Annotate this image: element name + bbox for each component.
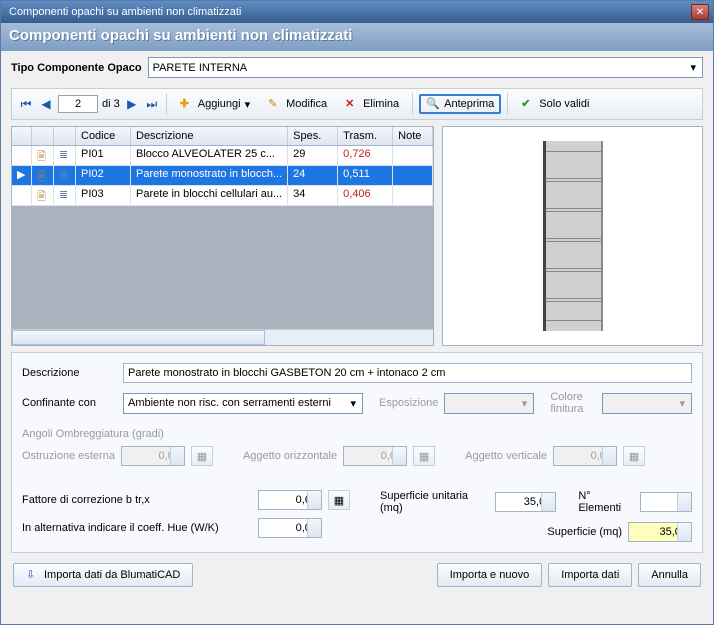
- n-elem-label: N° Elementi: [578, 490, 634, 514]
- table-row[interactable]: 🗎≣PI01Blocco ALVEOLATER 25 c...290,726: [12, 146, 433, 166]
- preview-pane: [442, 126, 703, 346]
- agg-oriz-spinner: 0,00: [343, 446, 407, 466]
- row-layers-icon: ≣: [59, 189, 68, 201]
- agg-vert-spinner: 0,00: [553, 446, 617, 466]
- type-dropdown-value: PARETE INTERNA: [153, 62, 248, 74]
- delete-label: Elimina: [363, 98, 399, 110]
- import-new-button[interactable]: Importa e nuovo: [437, 563, 543, 587]
- agg-oriz-label: Aggetto orizzontale: [243, 450, 337, 462]
- ostruzione-spinner: 0,00: [121, 446, 185, 466]
- sup-unit-spinner[interactable]: 35,00: [495, 492, 557, 512]
- detail-form: Descrizione Parete monostrato in blocchi…: [11, 352, 703, 553]
- col-note[interactable]: Note: [393, 127, 433, 145]
- preview-button[interactable]: 🔍 Anteprima: [419, 94, 501, 114]
- titlebar: Componenti opachi su ambienti non climat…: [1, 1, 713, 23]
- table-row[interactable]: 🗎≣PI03Parete in blocchi cellulari au...3…: [12, 186, 433, 206]
- agg-vert-label: Aggetto verticale: [465, 450, 547, 462]
- fattore-grid-icon[interactable]: ▦: [328, 490, 350, 510]
- col-descrizione[interactable]: Descrizione: [131, 127, 288, 145]
- nav-next-icon[interactable]: ▶: [124, 96, 140, 112]
- pencil-icon: ✎: [268, 97, 282, 111]
- ostruzione-grid-icon: ▦: [191, 446, 213, 466]
- n-elem-spinner[interactable]: 1: [640, 492, 692, 512]
- import-blumati-button[interactable]: ⇩ Importa dati da BlumatiCAD: [13, 563, 193, 587]
- wall-section-graphic: [543, 141, 603, 331]
- type-dropdown[interactable]: PARETE INTERNA: [148, 57, 703, 78]
- delete-button[interactable]: ✕ Elimina: [338, 94, 406, 114]
- row-doc-icon: 🗎: [37, 191, 46, 203]
- colore-dropdown: [602, 393, 692, 414]
- row-layers-icon: ≣: [59, 149, 68, 161]
- x-icon: ✕: [345, 97, 359, 111]
- dialog-window: Componenti opachi su ambienti non climat…: [0, 0, 714, 625]
- valid-label: Solo validi: [539, 98, 589, 110]
- page-input[interactable]: [58, 95, 98, 113]
- add-button[interactable]: ✚ Aggiungi ▾: [173, 94, 257, 114]
- type-label: Tipo Componente Opaco: [11, 62, 142, 74]
- row-layers-icon: ≣: [59, 169, 68, 181]
- cancel-button[interactable]: Annulla: [638, 563, 701, 587]
- close-icon[interactable]: ✕: [691, 4, 709, 20]
- import-button[interactable]: Importa dati: [548, 563, 632, 587]
- col-spes[interactable]: Spes.: [288, 127, 338, 145]
- grid-header: Codice Descrizione Spes. Trasm. Note: [12, 127, 433, 146]
- fattore-label: Fattore di correzione b tr,x: [22, 494, 252, 506]
- nav-last-icon[interactable]: ⏭: [144, 96, 160, 112]
- data-grid[interactable]: Codice Descrizione Spes. Trasm. Note 🗎≣P…: [11, 126, 434, 346]
- col-codice[interactable]: Codice: [76, 127, 131, 145]
- fattore-spinner[interactable]: 0,60: [258, 490, 322, 510]
- sup-unit-label: Superficie unitaria (mq): [380, 490, 489, 514]
- esposizione-label: Esposizione: [379, 397, 438, 409]
- toolbar: ⏮ ◀ di 3 ▶ ⏭ ✚ Aggiungi ▾ ✎ Modifica ✕ E…: [11, 88, 703, 120]
- edit-label: Modifica: [286, 98, 327, 110]
- chevron-down-icon: ▾: [245, 98, 251, 111]
- import-icon: ⇩: [26, 568, 40, 582]
- esposizione-dropdown: [444, 393, 534, 414]
- confinante-dropdown[interactable]: Ambiente non risc. con serramenti estern…: [123, 393, 363, 414]
- sup-spinner[interactable]: 35,00: [628, 522, 692, 542]
- coeff-spinner[interactable]: 0,00: [258, 518, 322, 538]
- check-icon: ✔: [521, 97, 535, 111]
- magnifier-icon: 🔍: [426, 97, 440, 111]
- row-doc-icon: 🗎: [37, 151, 46, 163]
- descrizione-label: Descrizione: [22, 367, 117, 379]
- coeff-label: In alternativa indicare il coeff. Hue (W…: [22, 522, 252, 534]
- confinante-label: Confinante con: [22, 397, 117, 409]
- descrizione-input[interactable]: Parete monostrato in blocchi GASBETON 20…: [123, 363, 692, 383]
- footer-buttons: ⇩ Importa dati da BlumatiCAD Importa e n…: [11, 559, 703, 591]
- agg-vert-grid-icon: ▦: [623, 446, 645, 466]
- colore-label: Colore finitura: [550, 391, 596, 415]
- ostruzione-label: Ostruzione esterna: [22, 450, 115, 462]
- row-doc-icon: 🗎: [37, 171, 46, 183]
- plus-icon: ✚: [180, 97, 194, 111]
- type-row: Tipo Componente Opaco PARETE INTERNA: [11, 57, 703, 78]
- angoli-group-label: Angoli Ombreggiatura (gradi): [22, 428, 692, 440]
- window-title: Componenti opachi su ambienti non climat…: [5, 6, 691, 18]
- edit-button[interactable]: ✎ Modifica: [261, 94, 334, 114]
- dialog-subheader: Componenti opachi su ambienti non climat…: [1, 23, 713, 51]
- nav-first-icon[interactable]: ⏮: [18, 96, 34, 112]
- nav-prev-icon[interactable]: ◀: [38, 96, 54, 112]
- add-label: Aggiungi: [198, 98, 241, 110]
- table-row[interactable]: ▶🗎≣PI02Parete monostrato in blocch...240…: [12, 166, 433, 186]
- agg-oriz-grid-icon: ▦: [413, 446, 435, 466]
- grid-scrollbar[interactable]: [12, 329, 433, 345]
- preview-label: Anteprima: [444, 98, 494, 110]
- sup-label: Superficie (mq): [547, 526, 622, 538]
- col-trasm[interactable]: Trasm.: [338, 127, 393, 145]
- page-suffix: di 3: [102, 98, 120, 110]
- valid-button[interactable]: ✔ Solo validi: [514, 94, 596, 114]
